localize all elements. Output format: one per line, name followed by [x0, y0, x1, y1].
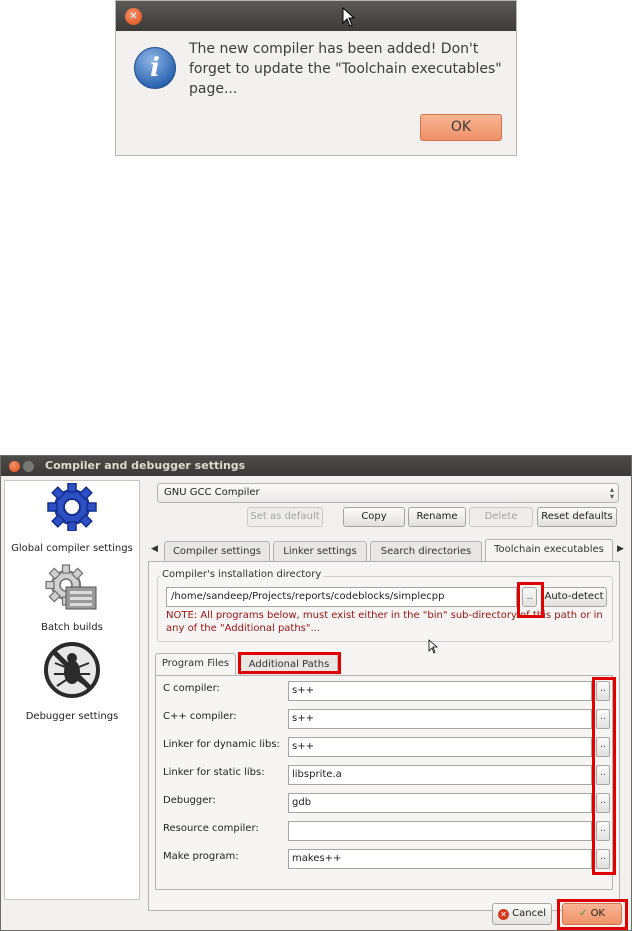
- install-dir-label: Compiler's installation directory: [160, 569, 324, 580]
- set-default-button[interactable]: Set as default: [247, 507, 323, 527]
- gear-batch-icon: [45, 564, 97, 610]
- c-compiler-label: C compiler:: [163, 683, 220, 694]
- tab-scroll-left-icon[interactable]: ◀: [151, 544, 158, 554]
- tab-compiler-settings[interactable]: Compiler settings: [164, 541, 270, 563]
- sidebar-item-global-compiler[interactable]: Global compiler settings: [5, 483, 139, 554]
- resource-compiler-browse-button[interactable]: ..: [596, 821, 610, 841]
- window-title: Compiler and debugger settings: [45, 459, 246, 472]
- settings-sidebar: Global compiler settings Batch builds De…: [4, 480, 140, 900]
- dynamic-linker-input[interactable]: s++: [288, 737, 592, 757]
- install-dir-browse-button[interactable]: ..: [522, 587, 537, 607]
- dialog-message: The new compiler has been added! Don't f…: [189, 41, 502, 97]
- c-compiler-browse-button[interactable]: ..: [596, 681, 610, 701]
- info-icon: i: [134, 47, 176, 89]
- cancel-button[interactable]: ✕ Cancel: [492, 903, 552, 925]
- window-titlebar: Compiler and debugger settings: [1, 456, 631, 476]
- debugger-input[interactable]: gdb: [288, 793, 592, 813]
- tab-search-directories[interactable]: Search directories: [370, 541, 482, 563]
- install-dir-note: NOTE: All programs below, must exist eit…: [166, 610, 603, 634]
- resource-compiler-input[interactable]: [288, 821, 592, 841]
- gear-icon: [47, 483, 97, 531]
- checkmark-icon: ✓: [578, 908, 588, 919]
- window-close-icon[interactable]: [9, 461, 20, 472]
- make-program-browse-button[interactable]: ..: [596, 849, 610, 869]
- compiler-select[interactable]: GNU GCC Compiler ▴ ▾: [157, 483, 619, 503]
- cpp-compiler-input[interactable]: s++: [288, 709, 592, 729]
- tab-toolchain-executables[interactable]: Toolchain executables: [485, 539, 613, 563]
- chevron-updown-icon: ▴ ▾: [609, 485, 614, 501]
- sidebar-label-global: Global compiler settings: [11, 543, 133, 554]
- subtab-program-files[interactable]: Program Files: [155, 653, 236, 676]
- sidebar-label-debugger: Debugger settings: [25, 711, 119, 722]
- static-linker-input[interactable]: libsprite.a: [288, 765, 592, 785]
- cancel-label: Cancel: [512, 908, 547, 919]
- subtab-additional-paths[interactable]: Additional Paths: [240, 654, 338, 675]
- mouse-cursor-icon: [428, 639, 438, 654]
- close-icon[interactable]: ✕: [125, 8, 142, 25]
- copy-button[interactable]: Copy: [343, 507, 405, 527]
- dynamic-linker-browse-button[interactable]: ..: [596, 737, 610, 757]
- resource-compiler-label: Resource compiler:: [163, 823, 259, 834]
- bug-icon: [44, 642, 100, 698]
- auto-detect-button[interactable]: Auto-detect: [541, 587, 607, 607]
- cancel-icon: ✕: [497, 909, 509, 920]
- make-program-input[interactable]: makes++: [288, 849, 592, 869]
- settings-tabs: ◀ Compiler settings Linker settings Sear…: [147, 539, 628, 563]
- debugger-label: Debugger:: [163, 795, 216, 806]
- delete-button[interactable]: Delete: [469, 507, 533, 527]
- window-minimize-icon[interactable]: [23, 461, 34, 472]
- tab-linker-settings[interactable]: Linker settings: [273, 541, 367, 563]
- reset-defaults-button[interactable]: Reset defaults: [537, 507, 617, 527]
- info-dialog: ✕ i The new compiler has been added! Don…: [115, 0, 517, 156]
- cpp-compiler-label: C++ compiler:: [163, 711, 237, 722]
- static-linker-browse-button[interactable]: ..: [596, 765, 610, 785]
- rename-button[interactable]: Rename: [408, 507, 466, 527]
- compiler-select-value: GNU GCC Compiler: [164, 487, 260, 498]
- dialog-titlebar: ✕: [116, 1, 516, 31]
- sidebar-item-debugger[interactable]: Debugger settings: [5, 641, 139, 722]
- sidebar-label-batch: Batch builds: [41, 622, 103, 633]
- sidebar-item-batch-builds[interactable]: Batch builds: [5, 563, 139, 633]
- debugger-browse-button[interactable]: ..: [596, 793, 610, 813]
- static-linker-label: Linker for static libs:: [163, 767, 265, 778]
- ok-button[interactable]: ✓ OK: [562, 903, 622, 925]
- mouse-cursor-icon: [342, 7, 356, 27]
- install-dir-input[interactable]: /home/sandeep/Projects/reports/codeblock…: [166, 587, 517, 607]
- cpp-compiler-browse-button[interactable]: ..: [596, 709, 610, 729]
- dynamic-linker-label: Linker for dynamic libs:: [163, 739, 280, 750]
- c-compiler-input[interactable]: s++: [288, 681, 592, 701]
- make-program-label: Make program:: [163, 851, 239, 862]
- dialog-ok-button[interactable]: OK: [420, 114, 502, 141]
- tab-scroll-right-icon[interactable]: ▶: [617, 544, 624, 554]
- ok-label: OK: [590, 908, 605, 919]
